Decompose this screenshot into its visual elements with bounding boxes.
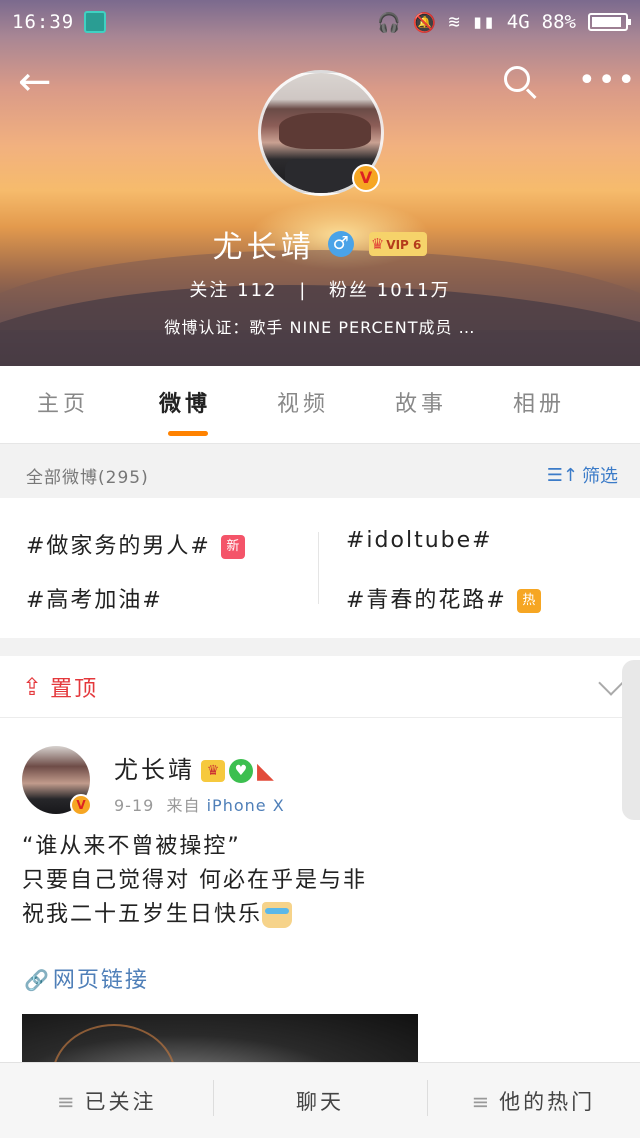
topic-item[interactable]: #高考加油# — [26, 582, 163, 614]
post-line: 只要自己觉得对 何必在乎是与非 — [22, 868, 367, 893]
profile-banner: 16:39 🎧 🔕 ≋ ▮▮ 4G 88% ← ••• V 尤长靖 ♂ ♛ VIP… — [0, 0, 640, 366]
tab-story[interactable]: 故事 — [362, 366, 480, 443]
battery-icon — [588, 13, 631, 31]
chat-label: 聊天 — [295, 1089, 344, 1114]
post-text: “谁从来不曾被操控” 只要自己觉得对 何必在乎是与非 祝我二十五岁生日快乐 — [22, 830, 622, 932]
wifi-icon: ≋ — [448, 11, 460, 33]
filter-row: 全部微博(295) ☰↑ 筛选 — [0, 452, 640, 498]
status-right: 🎧 🔕 ≋ ▮▮ 4G 88% — [377, 11, 631, 34]
status-bar: 16:39 🎧 🔕 ≋ ▮▮ 4G 88% — [0, 0, 640, 44]
crown-icon: ♛ — [370, 235, 385, 253]
battery-percent: 88% — [541, 11, 576, 33]
new-badge: 新 — [220, 535, 245, 559]
tab-album[interactable]: 相册 — [480, 366, 598, 443]
status-time: 16:39 — [12, 11, 75, 33]
chevron-down-icon[interactable] — [598, 672, 624, 698]
web-link-label: 网页链接 — [52, 968, 149, 993]
verified-badge-icon: V — [352, 164, 380, 192]
tab-weibo[interactable]: 微博 — [126, 366, 244, 443]
topic-item[interactable]: #idoltube# — [346, 528, 493, 553]
filter-button[interactable]: ☰↑ 筛选 — [547, 462, 618, 488]
pin-icon: ⇪ — [22, 672, 43, 701]
pinned-header: ⇪ 置顶 — [0, 656, 640, 718]
topic-list: #做家务的男人# 新 #idoltube# #高考加油# #青春的花路# 热 — [0, 498, 640, 638]
hot-posts-label: 他的热门 — [499, 1089, 596, 1114]
post-line-with-emoji: 祝我二十五岁生日快乐 — [22, 898, 622, 932]
post-source[interactable]: iPhone X — [207, 796, 285, 815]
post-line: “谁从来不曾被操控” — [22, 834, 241, 859]
author-badges: ♛ ♥ ◣ — [201, 756, 274, 784]
hot-posts-button[interactable]: ≡ 他的热门 — [426, 1079, 640, 1116]
network-label: 4G — [506, 11, 530, 33]
tab-home[interactable]: 主页 — [0, 366, 126, 443]
profile-name: 尤长靖 — [212, 230, 315, 265]
search-button[interactable] — [500, 62, 540, 102]
topic-label: #青春的花路# — [346, 588, 507, 613]
post-line: 祝我二十五岁生日快乐 — [22, 902, 263, 927]
post-image[interactable] — [22, 1014, 418, 1062]
profile-name-row: 尤长靖 ♂ ♛ VIP 6 — [0, 222, 640, 266]
profile-avatar[interactable]: V — [258, 70, 384, 196]
post-date: 9-19 — [114, 796, 155, 815]
following-stat[interactable]: 关注 112 — [189, 280, 277, 301]
filter-icon: ☰↑ — [546, 464, 578, 486]
topic-item[interactable]: #青春的花路# 热 — [346, 582, 541, 614]
followed-button[interactable]: ≡ 已关注 — [0, 1086, 213, 1116]
post-author[interactable]: 尤长靖 — [114, 756, 195, 784]
vip-level: VIP 6 — [386, 238, 422, 252]
verified-badge-icon: V — [70, 794, 92, 816]
stats-separator: | — [299, 280, 308, 301]
signal-icon: ▮▮ — [471, 11, 495, 33]
tab-super[interactable]: 超 — [598, 366, 640, 443]
back-button[interactable]: ← — [18, 62, 52, 102]
birthday-cake-icon — [262, 902, 293, 928]
menu-icon: ≡ — [471, 1089, 490, 1114]
topic-divider — [318, 532, 319, 604]
post-from-label: 来自 — [166, 796, 201, 815]
filter-label: 筛选 — [582, 466, 618, 487]
web-link[interactable]: 🔗网页链接 — [24, 962, 149, 994]
post-card[interactable]: V 尤长靖 ♛ ♥ ◣ 9-19 来自 iPhone X “谁从来不曾被操控” 只要自… — [0, 718, 640, 1062]
vip-crown-icon: ♛ — [201, 760, 225, 782]
topic-label: #高考加油# — [26, 588, 163, 613]
menu-icon: ≡ — [56, 1089, 75, 1114]
topic-label: #做家务的男人# — [26, 534, 211, 559]
topic-label: #idoltube# — [346, 528, 493, 553]
link-icon: 🔗 — [24, 968, 51, 992]
post-author-row: 尤长靖 ♛ ♥ ◣ — [114, 750, 274, 785]
post-avatar[interactable]: V — [22, 746, 92, 816]
followers-count: 1011万 — [376, 280, 451, 301]
vip-badge[interactable]: ♛ VIP 6 — [368, 232, 428, 256]
followers-stat[interactable]: 粉丝 1011万 — [329, 280, 451, 301]
heart-badge-icon: ♥ — [229, 759, 253, 783]
mute-icon: 🔕 — [412, 11, 437, 34]
search-icon-handle — [525, 88, 537, 100]
male-gender-icon: ♂ — [327, 231, 354, 257]
tab-video[interactable]: 视频 — [244, 366, 362, 443]
bottom-action-bar: ≡ 已关注 聊天 ≡ 他的热门 — [0, 1062, 640, 1138]
all-posts-count: 全部微博(295) — [26, 467, 149, 488]
following-count: 112 — [237, 280, 278, 301]
followers-label: 粉丝 — [329, 280, 370, 301]
followed-label: 已关注 — [84, 1089, 157, 1114]
side-drawer-handle[interactable] — [622, 660, 640, 820]
profile-tabs: 主页 微博 视频 故事 相册 超 — [0, 366, 640, 444]
verification-text[interactable]: 微博认证：歌手 NINE PERCENT成员 … — [0, 314, 640, 338]
more-button[interactable]: ••• — [578, 66, 637, 96]
avatar-hair — [279, 113, 371, 149]
screenshot-icon — [84, 11, 107, 33]
watermelon-icon: ◣ — [257, 758, 274, 784]
following-label: 关注 — [189, 280, 230, 301]
hot-badge: 热 — [516, 589, 541, 613]
chat-button[interactable]: 聊天 — [213, 1079, 426, 1116]
post-meta: 9-19 来自 iPhone X — [114, 792, 285, 816]
search-icon — [504, 66, 530, 92]
pinned-label: 置顶 — [50, 676, 99, 702]
topic-item[interactable]: #做家务的男人# 新 — [26, 528, 245, 560]
headphones-icon: 🎧 — [377, 11, 401, 34]
profile-stats: 关注 112 | 粉丝 1011万 — [0, 276, 640, 302]
